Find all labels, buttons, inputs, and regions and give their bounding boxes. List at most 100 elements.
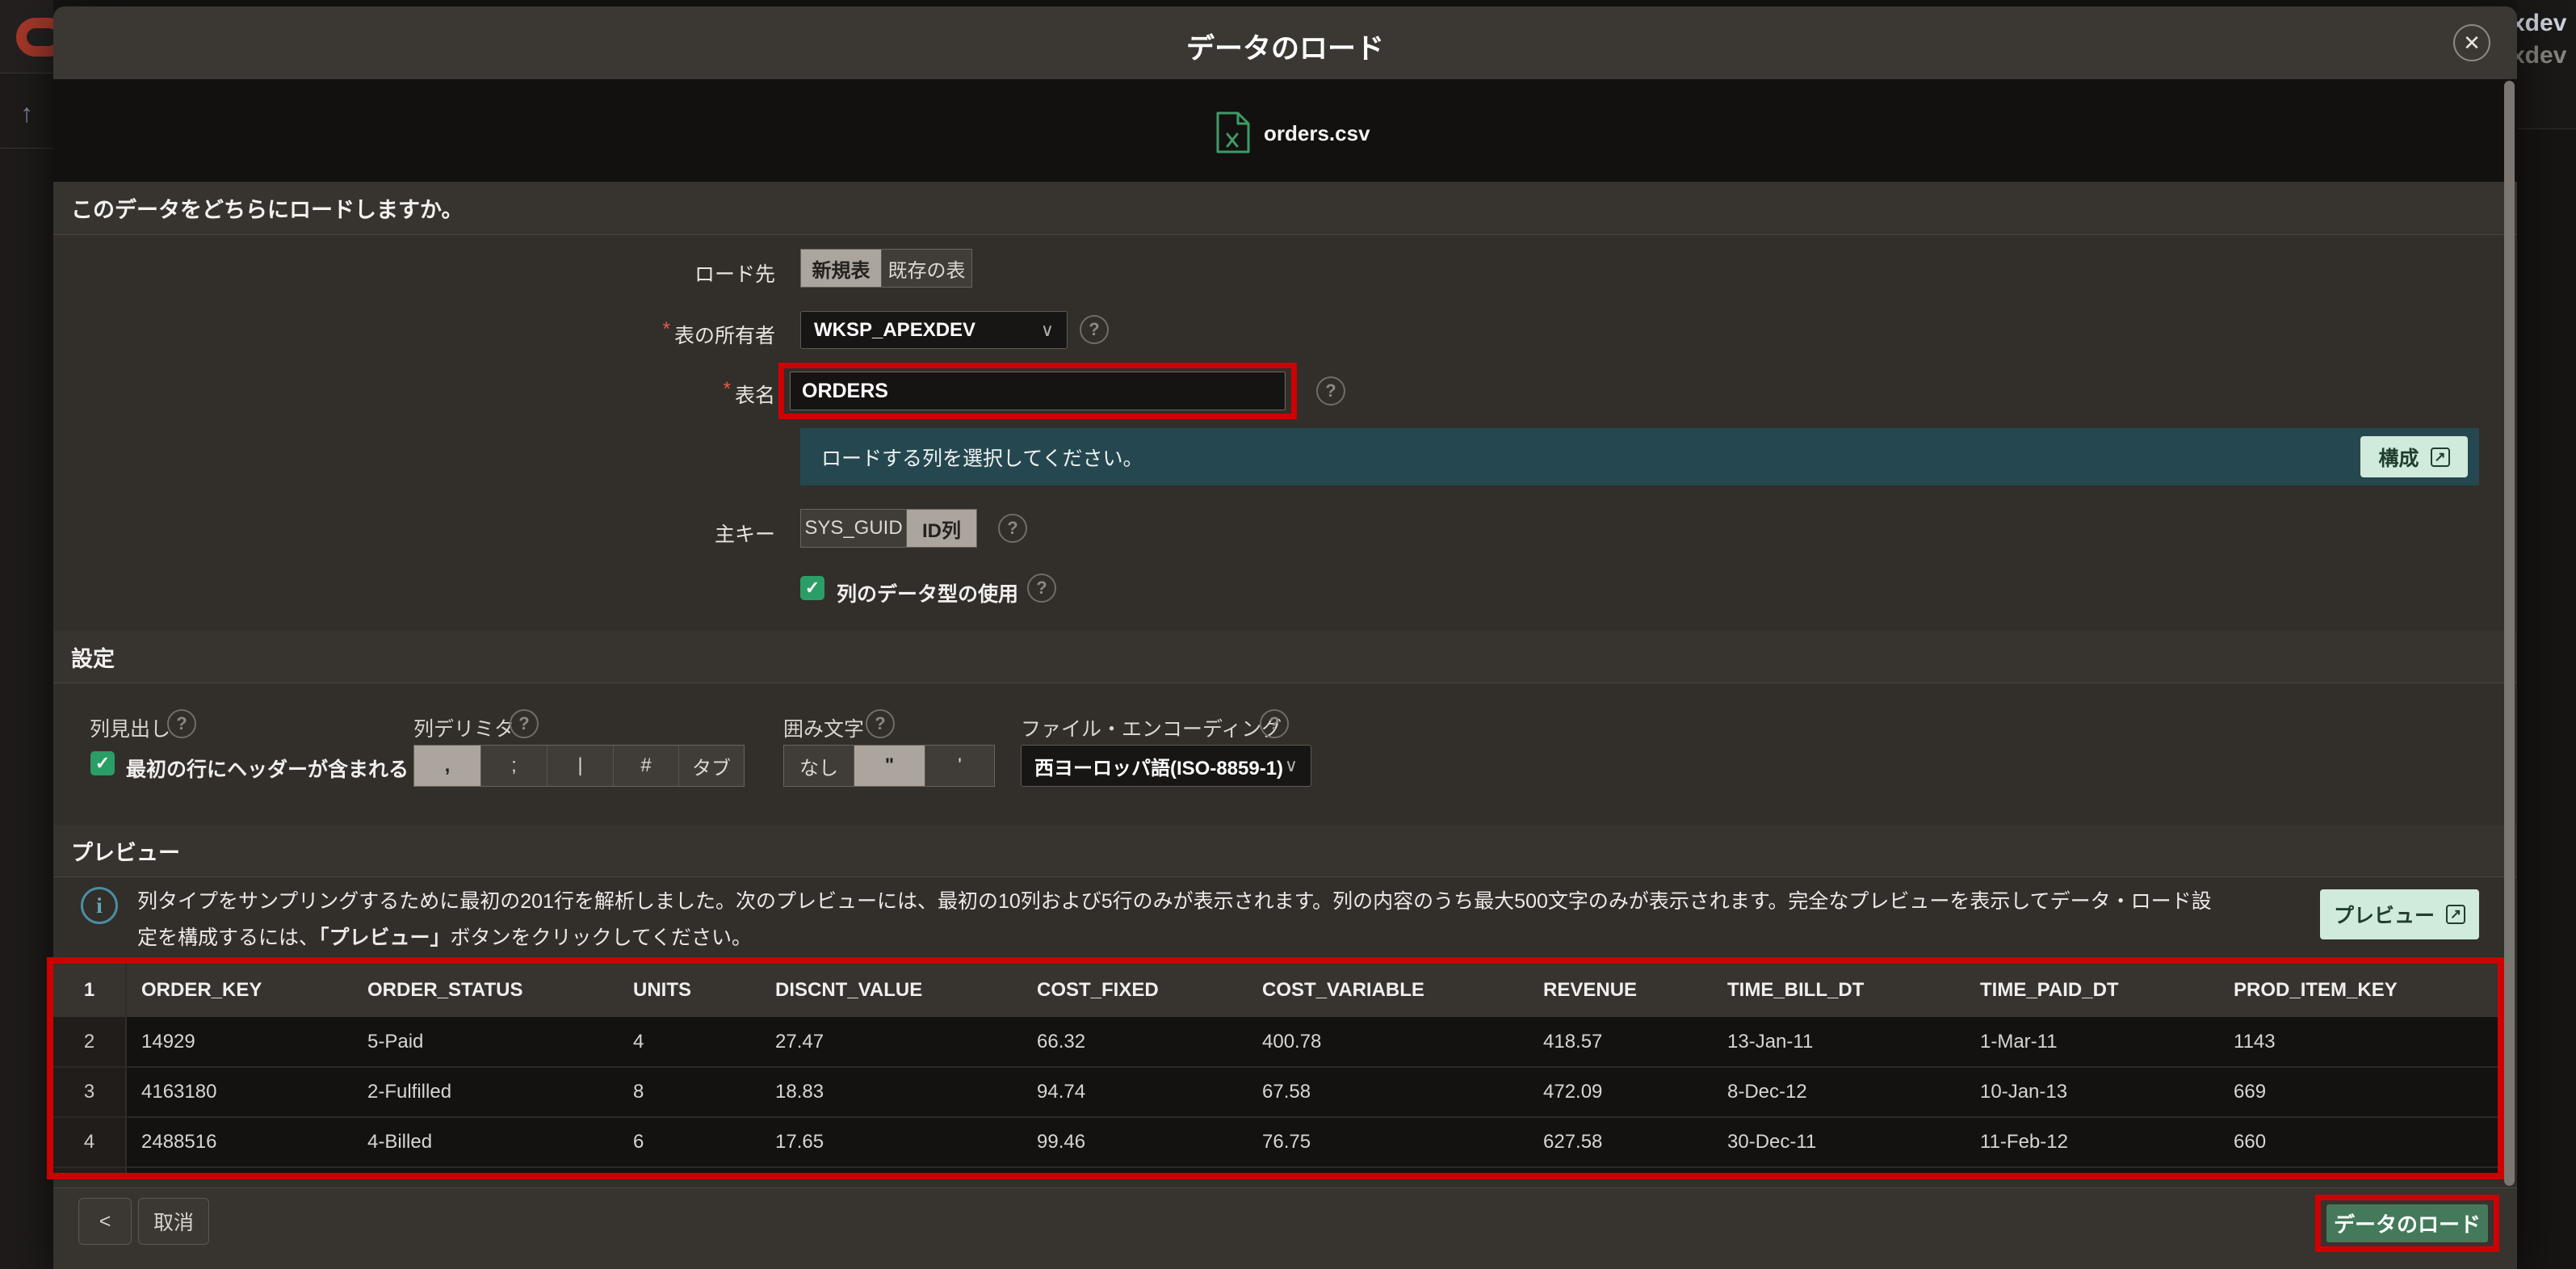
file-name: orders.csv <box>1264 121 1370 146</box>
row-number: 2 <box>53 1017 126 1067</box>
delimiter-option-comma[interactable]: , <box>414 746 480 786</box>
preview-button[interactable]: プレビュー ↗ <box>2320 889 2479 939</box>
delimiter-option-tab[interactable]: タブ <box>678 746 744 786</box>
enclosure-option-double-quote[interactable]: " <box>854 746 925 786</box>
close-icon[interactable]: ✕ <box>2453 24 2490 61</box>
enclosure-help-icon[interactable]: ? <box>866 709 895 738</box>
column-header: COST_FIXED <box>1022 964 1248 1017</box>
table-cell <box>761 1167 1022 1173</box>
table-row: 2149295-Paid427.4766.32400.78418.5713-Ja… <box>53 1017 2498 1067</box>
table-cell: 4163180 <box>126 1067 353 1117</box>
table-cell: 627.58 <box>1529 1117 1713 1167</box>
column-header-label: 列見出し <box>90 713 170 742</box>
delimiter-toggle: , ; | # タブ <box>413 745 745 787</box>
table-cell <box>1966 1167 2219 1173</box>
up-arrow-icon[interactable]: ↑ <box>0 95 53 131</box>
primary-key-option-sys-guid[interactable]: SYS_GUID <box>801 510 906 547</box>
table-name-label: *表名 <box>565 380 775 409</box>
table-cell: 418.57 <box>1529 1017 1713 1067</box>
dialog-title: データのロード <box>53 26 2517 67</box>
table-cell: 18.83 <box>761 1067 1022 1117</box>
chevron-down-icon: ∨ <box>1041 320 1054 341</box>
primary-key-label: 主キー <box>565 519 775 548</box>
table-cell: 10-Jan-13 <box>1966 1067 2219 1117</box>
row-number: 3 <box>53 1067 126 1117</box>
row-number <box>53 1167 126 1173</box>
table-header-row: 1ORDER_KEYORDER_STATUSUNITSDISCNT_VALUEC… <box>53 964 2498 1017</box>
column-header: PROD_ITEM_KEY <box>2219 964 2498 1017</box>
delimiter-option-pipe[interactable]: | <box>547 746 613 786</box>
enclosure-option-none[interactable]: なし <box>784 746 854 786</box>
first-row-header-label: 最初の行にヘッダーが含まれる <box>126 754 409 783</box>
dialog-scrollbar-thumb[interactable] <box>2504 81 2515 1186</box>
delimiter-option-semicolon[interactable]: ; <box>480 746 547 786</box>
table-cell <box>619 1167 761 1173</box>
delimiter-help-icon[interactable]: ? <box>510 709 539 738</box>
load-to-toggle: 新規表 既存の表 <box>800 249 972 288</box>
table-cell: 99.46 <box>1022 1117 1248 1167</box>
encoding-help-icon[interactable]: ? <box>1260 709 1289 738</box>
table-cell: 17.65 <box>761 1117 1022 1167</box>
table-cell: 2488516 <box>126 1117 353 1167</box>
primary-key-toggle: SYS_GUID ID列 <box>800 509 977 548</box>
external-link-icon: ↗ <box>2431 448 2450 467</box>
table-cell: 400.78 <box>1248 1017 1529 1067</box>
cancel-button[interactable]: 取消 <box>138 1198 209 1245</box>
table-name-help-icon[interactable]: ? <box>1316 376 1345 405</box>
row-number: 1 <box>53 964 126 1017</box>
table-cell: 11-Feb-12 <box>1966 1117 2219 1167</box>
table-cell: 27.47 <box>761 1017 1022 1067</box>
section-heading-destination: このデータをどちらにロードしますか。 <box>53 182 2517 235</box>
configure-button[interactable]: 構成 ↗ <box>2360 436 2468 477</box>
enclosure-toggle: なし " ' <box>783 745 995 787</box>
table-cell: 2-Fulfilled <box>353 1067 619 1117</box>
preview-table-container: 1ORDER_KEYORDER_STATUSUNITSDISCNT_VALUEC… <box>53 964 2498 1173</box>
table-cell: 4-Billed <box>353 1117 619 1167</box>
column-header: TIME_PAID_DT <box>1966 964 2219 1017</box>
table-name-input[interactable] <box>790 372 1286 410</box>
table-cell <box>1529 1167 1713 1173</box>
chevron-down-icon: ∨ <box>1285 755 1298 776</box>
table-owner-label: *表の所有者 <box>565 320 775 349</box>
table-cell: 669 <box>2219 1067 2498 1117</box>
table-cell: 8-Dec-12 <box>1713 1067 1966 1117</box>
primary-key-option-id-column[interactable]: ID列 <box>906 510 976 547</box>
workspace-text: xdev <box>2511 42 2576 69</box>
use-column-types-help-icon[interactable]: ? <box>1027 574 1056 603</box>
use-column-types-label: 列のデータ型の使用 <box>837 578 1018 607</box>
use-column-types-checkbox[interactable]: ✓ <box>800 576 824 600</box>
column-header: REVENUE <box>1529 964 1713 1017</box>
delimiter-option-hash[interactable]: # <box>613 746 678 786</box>
csv-file-icon <box>1215 111 1251 154</box>
table-cell <box>353 1167 619 1173</box>
table-cell: 4 <box>619 1017 761 1067</box>
column-header-help-icon[interactable]: ? <box>167 709 196 738</box>
external-link-icon: ↗ <box>2446 905 2465 924</box>
table-cell: 1-Mar-11 <box>1966 1017 2219 1067</box>
encoding-select[interactable]: 西ヨーロッパ語(ISO-8859-1) ∨ <box>1021 745 1311 787</box>
load-to-option-new-table[interactable]: 新規表 <box>801 250 881 287</box>
back-button[interactable]: < <box>78 1198 132 1245</box>
section-heading-settings: 設定 <box>53 631 2517 683</box>
load-to-option-existing-table[interactable]: 既存の表 <box>881 250 971 287</box>
table-cell: 13-Jan-11 <box>1713 1017 1966 1067</box>
select-columns-message: ロードする列を選択してください。 <box>800 428 2479 485</box>
preview-info-line2: 定を構成するには、「プレビュー」ボタンをクリックしてください。 <box>137 922 2310 951</box>
encoding-label: ファイル・エンコーディング <box>1021 713 1282 742</box>
app-left-rail <box>0 0 53 1269</box>
enclosure-option-single-quote[interactable]: ' <box>925 746 994 786</box>
table-cell <box>126 1167 353 1173</box>
column-header: DISCNT_VALUE <box>761 964 1022 1017</box>
preview-table-head: 1ORDER_KEYORDER_STATUSUNITSDISCNT_VALUEC… <box>53 964 2498 1017</box>
table-row: 341631802-Fulfilled818.8394.7467.58472.0… <box>53 1067 2498 1117</box>
rail-divider <box>0 148 53 149</box>
first-row-header-checkbox[interactable]: ✓ <box>90 751 115 775</box>
load-data-button[interactable]: データのロード <box>2326 1204 2488 1242</box>
table-owner-help-icon[interactable]: ? <box>1080 315 1109 344</box>
table-cell <box>1713 1167 1966 1173</box>
required-asterisk: * <box>663 318 670 340</box>
info-icon: i <box>81 887 118 924</box>
dialog-footer <box>53 1187 2517 1269</box>
table-owner-select[interactable]: WKSP_APEXDEV ∨ <box>800 311 1068 349</box>
primary-key-help-icon[interactable]: ? <box>998 514 1027 543</box>
